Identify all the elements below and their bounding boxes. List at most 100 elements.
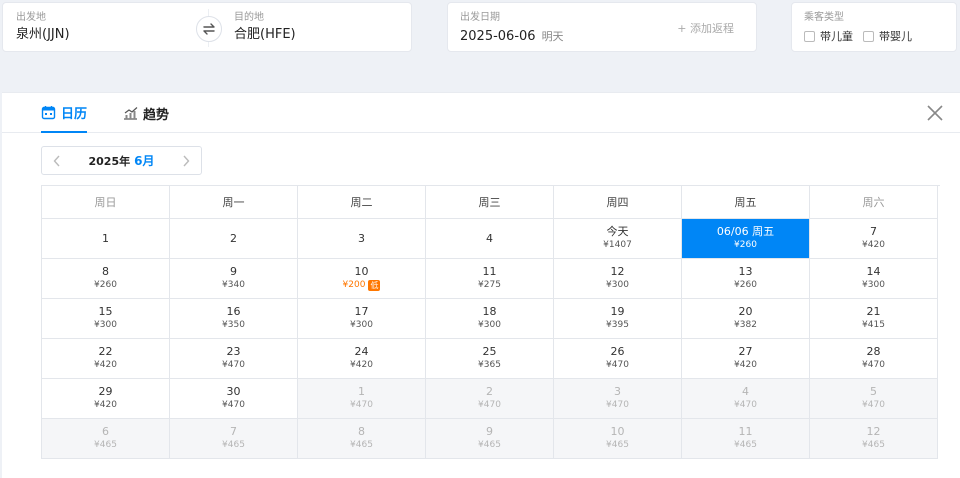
calendar-day[interactable]: 24 ¥420	[298, 339, 426, 379]
day-number: 11	[738, 425, 753, 438]
day-price: ¥420	[94, 400, 117, 410]
current-month: 2025年 6月	[72, 152, 171, 169]
day-price: ¥465	[222, 440, 245, 450]
calendar-day[interactable]: 19 ¥395	[554, 299, 682, 339]
day-price: ¥260	[94, 280, 117, 290]
calendar-day[interactable]: 3	[298, 219, 426, 259]
day-price-wrap: ¥465	[862, 439, 885, 452]
day-price: ¥260	[734, 280, 757, 290]
calendar-day[interactable]: 21 ¥415	[810, 299, 938, 339]
calendar-day[interactable]: 10 ¥200 低	[298, 259, 426, 299]
close-icon[interactable]	[926, 104, 944, 122]
calendar-day[interactable]: 16 ¥350	[170, 299, 298, 339]
calendar-day[interactable]: 4	[426, 219, 554, 259]
day-price: ¥470	[478, 400, 501, 410]
arrival-city-value[interactable]: 合肥(HFE)	[234, 25, 296, 45]
calendar-day[interactable]: 7 ¥465	[170, 419, 298, 459]
day-price-wrap: ¥470	[734, 399, 757, 412]
day-price: ¥465	[350, 440, 373, 450]
prev-month-button[interactable]	[42, 147, 72, 174]
calendar-day[interactable]: 14 ¥300	[810, 259, 938, 299]
tab-calendar[interactable]: 日历	[41, 93, 88, 133]
day-price-wrap: ¥470	[350, 399, 373, 412]
day-number: 3	[358, 231, 365, 245]
with-infant-option[interactable]: 带婴儿	[863, 28, 912, 44]
calendar-day[interactable]: 8 ¥260	[42, 259, 170, 299]
day-price-wrap: ¥415	[862, 319, 885, 332]
day-price-wrap: ¥470	[222, 359, 245, 372]
calendar-day[interactable]: 1 ¥470	[298, 379, 426, 419]
tab-trend-label: 趋势	[143, 107, 170, 123]
calendar-day-selected[interactable]: 06/06 周五 ¥260	[682, 219, 810, 259]
day-price: ¥470	[606, 360, 629, 370]
calendar-day[interactable]: 13 ¥260	[682, 259, 810, 299]
calendar-day[interactable]: 29 ¥420	[42, 379, 170, 419]
lowest-price-badge: 低	[368, 280, 381, 291]
departure-city-field[interactable]: 出发地 泉州(JJN)	[16, 11, 70, 45]
swap-icon	[203, 23, 215, 35]
day-price-wrap: ¥365	[478, 359, 501, 372]
departure-date-value[interactable]: 2025-06-06	[460, 27, 536, 47]
calendar-day[interactable]: 今天 ¥1407	[554, 219, 682, 259]
calendar-week-row: 29 ¥420 30 ¥470 1 ¥470 2 ¥470 3 ¥470 4 ¥470 5 ¥470	[42, 379, 940, 419]
calendar-day[interactable]: 5 ¥470	[810, 379, 938, 419]
departure-city-value[interactable]: 泉州(JJN)	[16, 25, 70, 45]
calendar-day[interactable]: 28 ¥470	[810, 339, 938, 379]
calendar-day[interactable]: 6 ¥465	[42, 419, 170, 459]
arrival-city-field[interactable]: 目的地 合肥(HFE)	[234, 11, 296, 45]
day-number: 1	[358, 385, 365, 398]
with-child-option[interactable]: 带儿童	[804, 28, 853, 44]
next-month-button[interactable]	[171, 147, 201, 174]
calendar-day[interactable]: 7 ¥420	[810, 219, 938, 259]
day-price: ¥470	[734, 400, 757, 410]
calendar-day[interactable]: 4 ¥470	[682, 379, 810, 419]
calendar-week-row: 6 ¥465 7 ¥465 8 ¥465 9 ¥465 10 ¥465 11 ¥465 12 ¥465	[42, 419, 940, 459]
calendar-day[interactable]: 27 ¥420	[682, 339, 810, 379]
day-price-wrap: ¥470	[222, 399, 245, 412]
calendar-day[interactable]: 12 ¥465	[810, 419, 938, 459]
day-number: 9	[486, 425, 493, 438]
calendar-day[interactable]: 1	[42, 219, 170, 259]
calendar-day[interactable]: 25 ¥365	[426, 339, 554, 379]
calendar-day[interactable]: 2	[170, 219, 298, 259]
day-price-wrap: ¥470	[862, 359, 885, 372]
with-child-label: 带儿童	[820, 30, 853, 43]
calendar-day[interactable]: 9 ¥340	[170, 259, 298, 299]
swap-cities-button[interactable]	[196, 16, 222, 42]
day-price: ¥420	[862, 240, 885, 250]
day-price: ¥260	[734, 240, 757, 250]
day-price: ¥465	[606, 440, 629, 450]
calendar-day[interactable]: 11 ¥275	[426, 259, 554, 299]
day-number: 27	[738, 345, 753, 358]
calendar-day[interactable]: 11 ¥465	[682, 419, 810, 459]
calendar-day[interactable]: 30 ¥470	[170, 379, 298, 419]
day-number: 9	[230, 265, 237, 278]
calendar-day[interactable]: 15 ¥300	[42, 299, 170, 339]
calendar-day[interactable]: 20 ¥382	[682, 299, 810, 339]
calendar-day[interactable]: 2 ¥470	[426, 379, 554, 419]
day-price: ¥300	[350, 320, 373, 330]
calendar-day[interactable]: 10 ¥465	[554, 419, 682, 459]
calendar-day[interactable]: 18 ¥300	[426, 299, 554, 339]
with-infant-checkbox[interactable]	[863, 30, 874, 42]
with-child-checkbox[interactable]	[804, 30, 815, 42]
calendar-day[interactable]: 26 ¥470	[554, 339, 682, 379]
day-number: 29	[98, 385, 113, 398]
departure-date-field[interactable]: 出发日期 2025-06-06 明天	[460, 11, 564, 47]
tab-trend[interactable]: 趋势	[123, 93, 169, 133]
calendar-day[interactable]: 22 ¥420	[42, 339, 170, 379]
day-price-wrap: ¥465	[350, 439, 373, 452]
calendar-day[interactable]: 12 ¥300	[554, 259, 682, 299]
calendar-day[interactable]: 3 ¥470	[554, 379, 682, 419]
day-number: 11	[482, 265, 497, 278]
add-return-button[interactable]: + 添加返程	[677, 20, 734, 36]
day-number: 5	[870, 385, 877, 398]
calendar-day[interactable]: 8 ¥465	[298, 419, 426, 459]
calendar-day[interactable]: 17 ¥300	[298, 299, 426, 339]
day-price: ¥275	[478, 280, 501, 290]
calendar-day[interactable]: 23 ¥470	[170, 339, 298, 379]
calendar-day[interactable]: 9 ¥465	[426, 419, 554, 459]
trend-chart-icon	[124, 106, 138, 120]
day-price-wrap: ¥275	[478, 279, 501, 292]
day-price: ¥300	[478, 320, 501, 330]
